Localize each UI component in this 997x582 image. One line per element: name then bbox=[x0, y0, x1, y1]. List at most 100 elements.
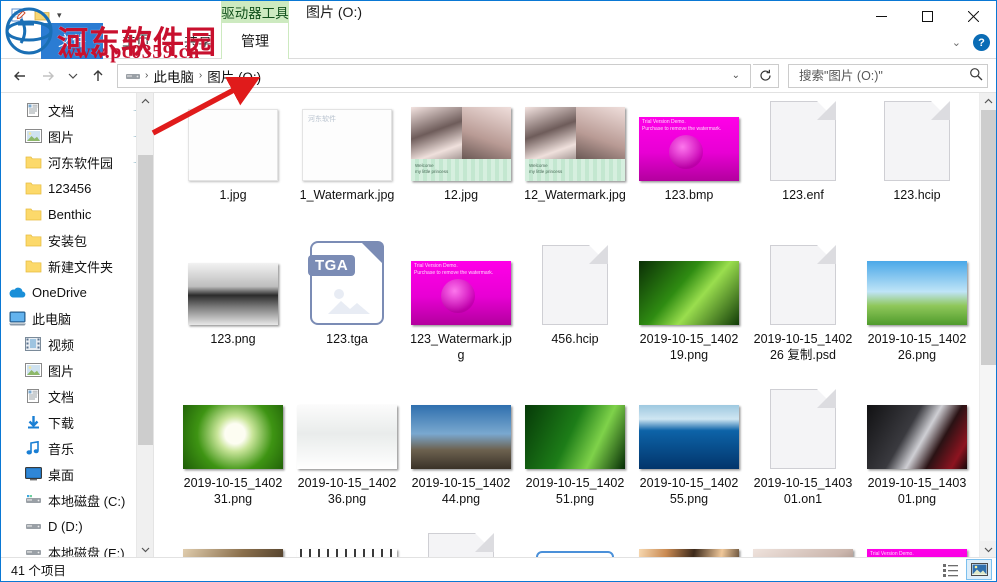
file-list-scrollbar-thumb[interactable] bbox=[981, 110, 996, 365]
breadcrumb[interactable]: › 此电脑 › 图片 (O:) ⌄ bbox=[117, 64, 751, 88]
file-name-label: 2019-10-15_140236.png bbox=[295, 475, 399, 507]
sidebar-item-label: 图片 bbox=[48, 361, 74, 380]
file-name-label: 123.png bbox=[181, 331, 285, 347]
file-tile[interactable]: 2019-10-15_140231.png bbox=[176, 389, 290, 533]
breadcrumb-dropdown-icon[interactable]: ⌄ bbox=[724, 70, 748, 81]
search-input[interactable] bbox=[797, 68, 965, 84]
tab-home[interactable]: 主页 bbox=[105, 23, 167, 59]
maximize-button[interactable] bbox=[904, 1, 950, 31]
file-tile[interactable]: 123.enf bbox=[746, 101, 860, 245]
file-tile[interactable]: JPG bbox=[518, 533, 632, 558]
sidebar-item-14[interactable]: 桌面 bbox=[1, 461, 153, 487]
file-thumbnail bbox=[639, 535, 739, 558]
details-view-button[interactable] bbox=[938, 559, 964, 580]
file-tile[interactable]: 2019-10-15_140251.png bbox=[518, 389, 632, 533]
search-icon[interactable] bbox=[965, 67, 983, 84]
file-tile[interactable]: 123.png bbox=[176, 245, 290, 389]
downloads-icon bbox=[23, 412, 43, 432]
navigation-scrollbar[interactable] bbox=[136, 93, 153, 558]
scroll-up-icon[interactable] bbox=[137, 93, 154, 110]
navigation-scrollbar-thumb[interactable] bbox=[138, 155, 153, 445]
file-tile[interactable]: 2019-10-15_140255.png bbox=[632, 389, 746, 533]
minimize-button[interactable] bbox=[858, 1, 904, 31]
sidebar-item-12[interactable]: 下载 bbox=[1, 409, 153, 435]
file-grid: 1.jpg河东软件1_Watermark.jpgWelcomemy little… bbox=[154, 93, 979, 558]
file-tile[interactable]: 2019-10-15_140301.png bbox=[860, 389, 974, 533]
sidebar-item-label: 视频 bbox=[48, 335, 74, 354]
file-tile[interactable]: Trial Version Demo.Purchase to remove th… bbox=[404, 245, 518, 389]
sidebar-item-9[interactable]: 视频 bbox=[1, 331, 153, 357]
file-thumbnail bbox=[867, 247, 967, 325]
thumbnail-document-icon bbox=[428, 533, 494, 558]
sidebar-item-10[interactable]: 图片 bbox=[1, 357, 153, 383]
contextual-tab-group-drive-tools: 驱动器工具 管理 bbox=[221, 1, 289, 59]
sidebar-item-2[interactable]: 河东软件园📌 bbox=[1, 149, 153, 175]
file-tile[interactable]: 河东软件1_Watermark.jpg bbox=[290, 101, 404, 245]
new-folder-icon[interactable] bbox=[33, 6, 51, 24]
sidebar-item-0[interactable]: 文档📌 bbox=[1, 97, 153, 123]
file-tile[interactable]: 1.jpg bbox=[176, 101, 290, 245]
file-tile[interactable] bbox=[176, 533, 290, 558]
scroll-up-icon[interactable] bbox=[980, 93, 996, 110]
file-name-label: 123.hcip bbox=[865, 187, 969, 203]
file-tile[interactable]: 2019-10-15_140219.png bbox=[632, 245, 746, 389]
sidebar-item-16[interactable]: D (D:) bbox=[1, 513, 153, 539]
chevron-down-icon[interactable]: ⌄ bbox=[952, 36, 961, 49]
tab-file[interactable]: 文件 bbox=[41, 23, 103, 59]
file-tile[interactable]: 2019-10-15_140301.on1 bbox=[746, 389, 860, 533]
file-tile[interactable]: Trial Version Demo.Purchase to remove th… bbox=[860, 533, 974, 558]
sidebar-item-label: 此电脑 bbox=[32, 309, 71, 328]
sidebar-item-1[interactable]: 图片📌 bbox=[1, 123, 153, 149]
file-tile[interactable] bbox=[746, 533, 860, 558]
breadcrumb-item-this-pc[interactable]: 此电脑 bbox=[149, 66, 198, 86]
sidebar-item-11[interactable]: 文档 bbox=[1, 383, 153, 409]
scroll-down-icon[interactable] bbox=[980, 541, 996, 558]
file-thumbnail bbox=[183, 535, 283, 558]
large-icons-view-button[interactable] bbox=[966, 559, 992, 580]
sidebar-item-5[interactable]: 安装包 bbox=[1, 227, 153, 253]
sidebar-item-17[interactable]: 本地磁盘 (E:) bbox=[1, 539, 153, 558]
file-tile[interactable] bbox=[404, 533, 518, 558]
forward-button[interactable] bbox=[35, 63, 61, 89]
back-button[interactable] bbox=[7, 63, 33, 89]
file-tile[interactable]: 2019-10-15_140236.png bbox=[290, 389, 404, 533]
file-tile[interactable]: 2019-10-15_140244.png bbox=[404, 389, 518, 533]
scroll-down-icon[interactable] bbox=[137, 541, 154, 558]
file-tile[interactable]: 2019-10-15_140226 复制.psd bbox=[746, 245, 860, 389]
file-list-scrollbar[interactable] bbox=[979, 93, 996, 558]
tab-manage[interactable]: 管理 bbox=[221, 23, 289, 59]
file-tile[interactable]: Trial Version Demo.Purchase to remove th… bbox=[632, 101, 746, 245]
file-tile[interactable]: 2019-10-15_140226.png bbox=[860, 245, 974, 389]
file-tile[interactable]: TGA123.tga bbox=[290, 245, 404, 389]
help-icon[interactable]: ? bbox=[973, 34, 990, 51]
file-thumbnail bbox=[753, 247, 853, 325]
file-tile[interactable]: 123.hcip bbox=[860, 101, 974, 245]
videos-icon bbox=[23, 334, 43, 354]
file-tile[interactable]: Welcomemy little princess12_Watermark.jp… bbox=[518, 101, 632, 245]
file-tile[interactable] bbox=[632, 533, 746, 558]
folder-properties-icon[interactable] bbox=[9, 6, 27, 24]
up-button[interactable] bbox=[85, 63, 111, 89]
tab-share[interactable]: 共享 bbox=[167, 23, 229, 59]
sidebar-item-13[interactable]: 音乐 bbox=[1, 435, 153, 461]
recent-locations-button[interactable] bbox=[63, 63, 83, 89]
sidebar-item-3[interactable]: 123456 bbox=[1, 175, 153, 201]
sidebar-item-6[interactable]: 新建文件夹 bbox=[1, 253, 153, 279]
file-tile[interactable]: Welcomemy little princess12.jpg bbox=[404, 101, 518, 245]
refresh-button[interactable] bbox=[753, 64, 779, 88]
tab-share-label: 共享 bbox=[184, 31, 212, 51]
thumbnail-image: Trial Version Demo.Purchase to remove th… bbox=[639, 117, 739, 181]
sidebar-item-15[interactable]: 本地磁盘 (C:) bbox=[1, 487, 153, 513]
sidebar-item-8[interactable]: 此电脑 bbox=[1, 305, 153, 331]
sidebar-item-4[interactable]: Benthic bbox=[1, 201, 153, 227]
file-list-view[interactable]: 1.jpg河东软件1_Watermark.jpgWelcomemy little… bbox=[154, 93, 996, 558]
thumbnail-document-icon bbox=[542, 245, 608, 325]
breadcrumb-item-pictures-drive[interactable]: 图片 (O:) bbox=[203, 66, 265, 86]
file-tile[interactable] bbox=[290, 533, 404, 558]
chevron-down-icon[interactable]: ▾ bbox=[57, 11, 62, 20]
file-tile[interactable]: 456.hcip bbox=[518, 245, 632, 389]
sidebar-item-7[interactable]: OneDrive bbox=[1, 279, 153, 305]
close-button[interactable] bbox=[950, 1, 996, 31]
search-box[interactable] bbox=[788, 64, 988, 88]
sidebar-item-label: D (D:) bbox=[48, 519, 83, 534]
